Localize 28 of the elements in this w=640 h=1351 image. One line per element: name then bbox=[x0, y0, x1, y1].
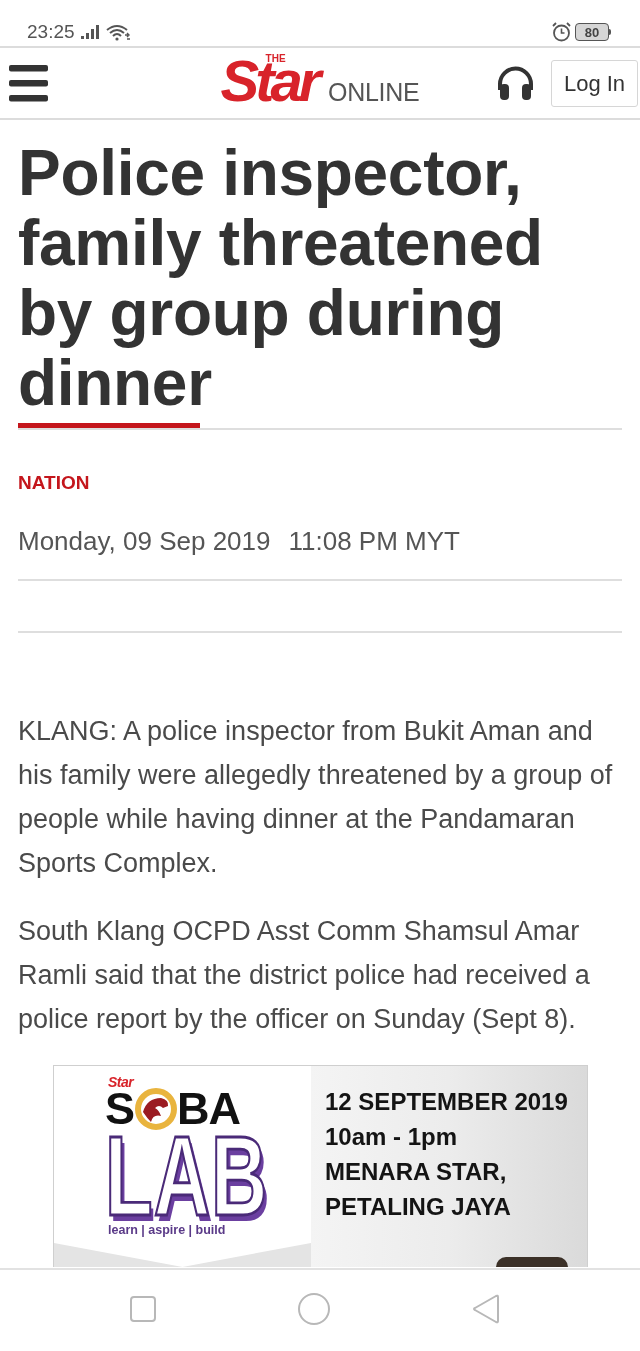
status-time: 23:25 bbox=[27, 21, 75, 43]
login-button[interactable]: Log In bbox=[551, 59, 638, 107]
ad-detail-text: 12 SEPTEMBER 2019 bbox=[325, 1087, 569, 1117]
category-link[interactable]: NATION bbox=[18, 471, 90, 495]
ring-logo-icon bbox=[135, 1088, 177, 1130]
alarm-clock-icon bbox=[552, 22, 571, 42]
ad-logo-text: BA bbox=[177, 1087, 240, 1131]
article-paragraph: KLANG: A police inspector from Bukit Aman and his family were allegedly threatened by a group of people while having dinner at the Pandamaran Sports Complex. bbox=[18, 715, 614, 880]
home-icon[interactable] bbox=[298, 1292, 330, 1325]
signal-icon bbox=[80, 25, 100, 39]
photo-placeholder bbox=[496, 1257, 568, 1267]
back-icon[interactable] bbox=[472, 1293, 499, 1324]
article-paragraph: South Klang OCPD Asst Comm Shamsul Amar Ramli said that the district police had received a police report by the officer on Sunday (Sept 8). bbox=[18, 915, 591, 1036]
headphones-icon[interactable] bbox=[497, 66, 534, 100]
publish-time: 11:08 PM MYT bbox=[288, 526, 460, 556]
ad-detail-text: PETALING JAYA bbox=[325, 1192, 512, 1222]
article-headline: Police inspector, family threatened by group during dinner bbox=[18, 138, 544, 418]
ad-lab-text: LAB bbox=[105, 1131, 269, 1221]
ad-logo-text: S bbox=[105, 1087, 135, 1131]
ad-tagline: learn | aspire | build bbox=[108, 1223, 226, 1237]
recent-apps-icon[interactable] bbox=[130, 1295, 156, 1322]
ad-brand-text: Star bbox=[108, 1075, 134, 1089]
battery-indicator: 80 bbox=[575, 23, 611, 41]
publish-date: Monday, 09 Sep 2019 bbox=[18, 526, 271, 556]
wifi-icon bbox=[105, 23, 131, 41]
menu-icon[interactable] bbox=[9, 64, 48, 102]
ad-detail-text: MENARA STAR, bbox=[325, 1157, 508, 1187]
ad-detail-text: 10am - 1pm bbox=[325, 1122, 459, 1152]
